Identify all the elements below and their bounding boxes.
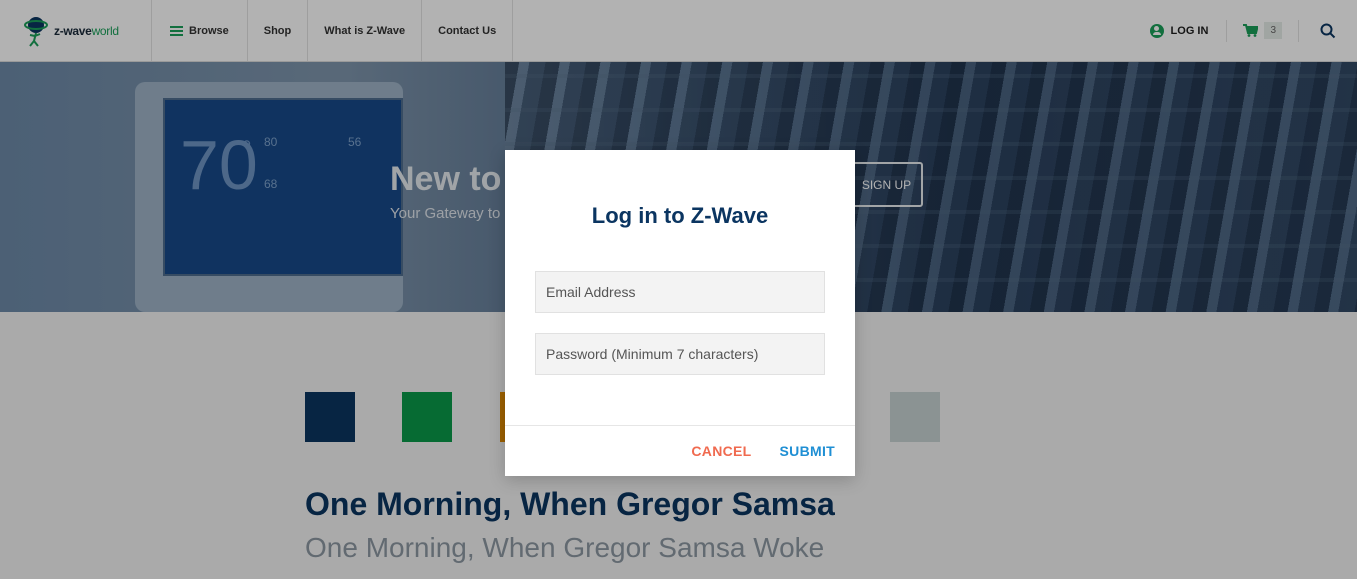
cancel-button[interactable]: CANCEL xyxy=(691,443,751,459)
modal-title: Log in to Z-Wave xyxy=(591,203,769,228)
login-modal: Log in to Z-Wave CANCEL SUBMIT xyxy=(505,150,855,476)
submit-button[interactable]: SUBMIT xyxy=(780,443,835,459)
email-field[interactable] xyxy=(535,271,825,313)
password-field[interactable] xyxy=(535,333,825,375)
modal-footer: CANCEL SUBMIT xyxy=(505,425,855,476)
